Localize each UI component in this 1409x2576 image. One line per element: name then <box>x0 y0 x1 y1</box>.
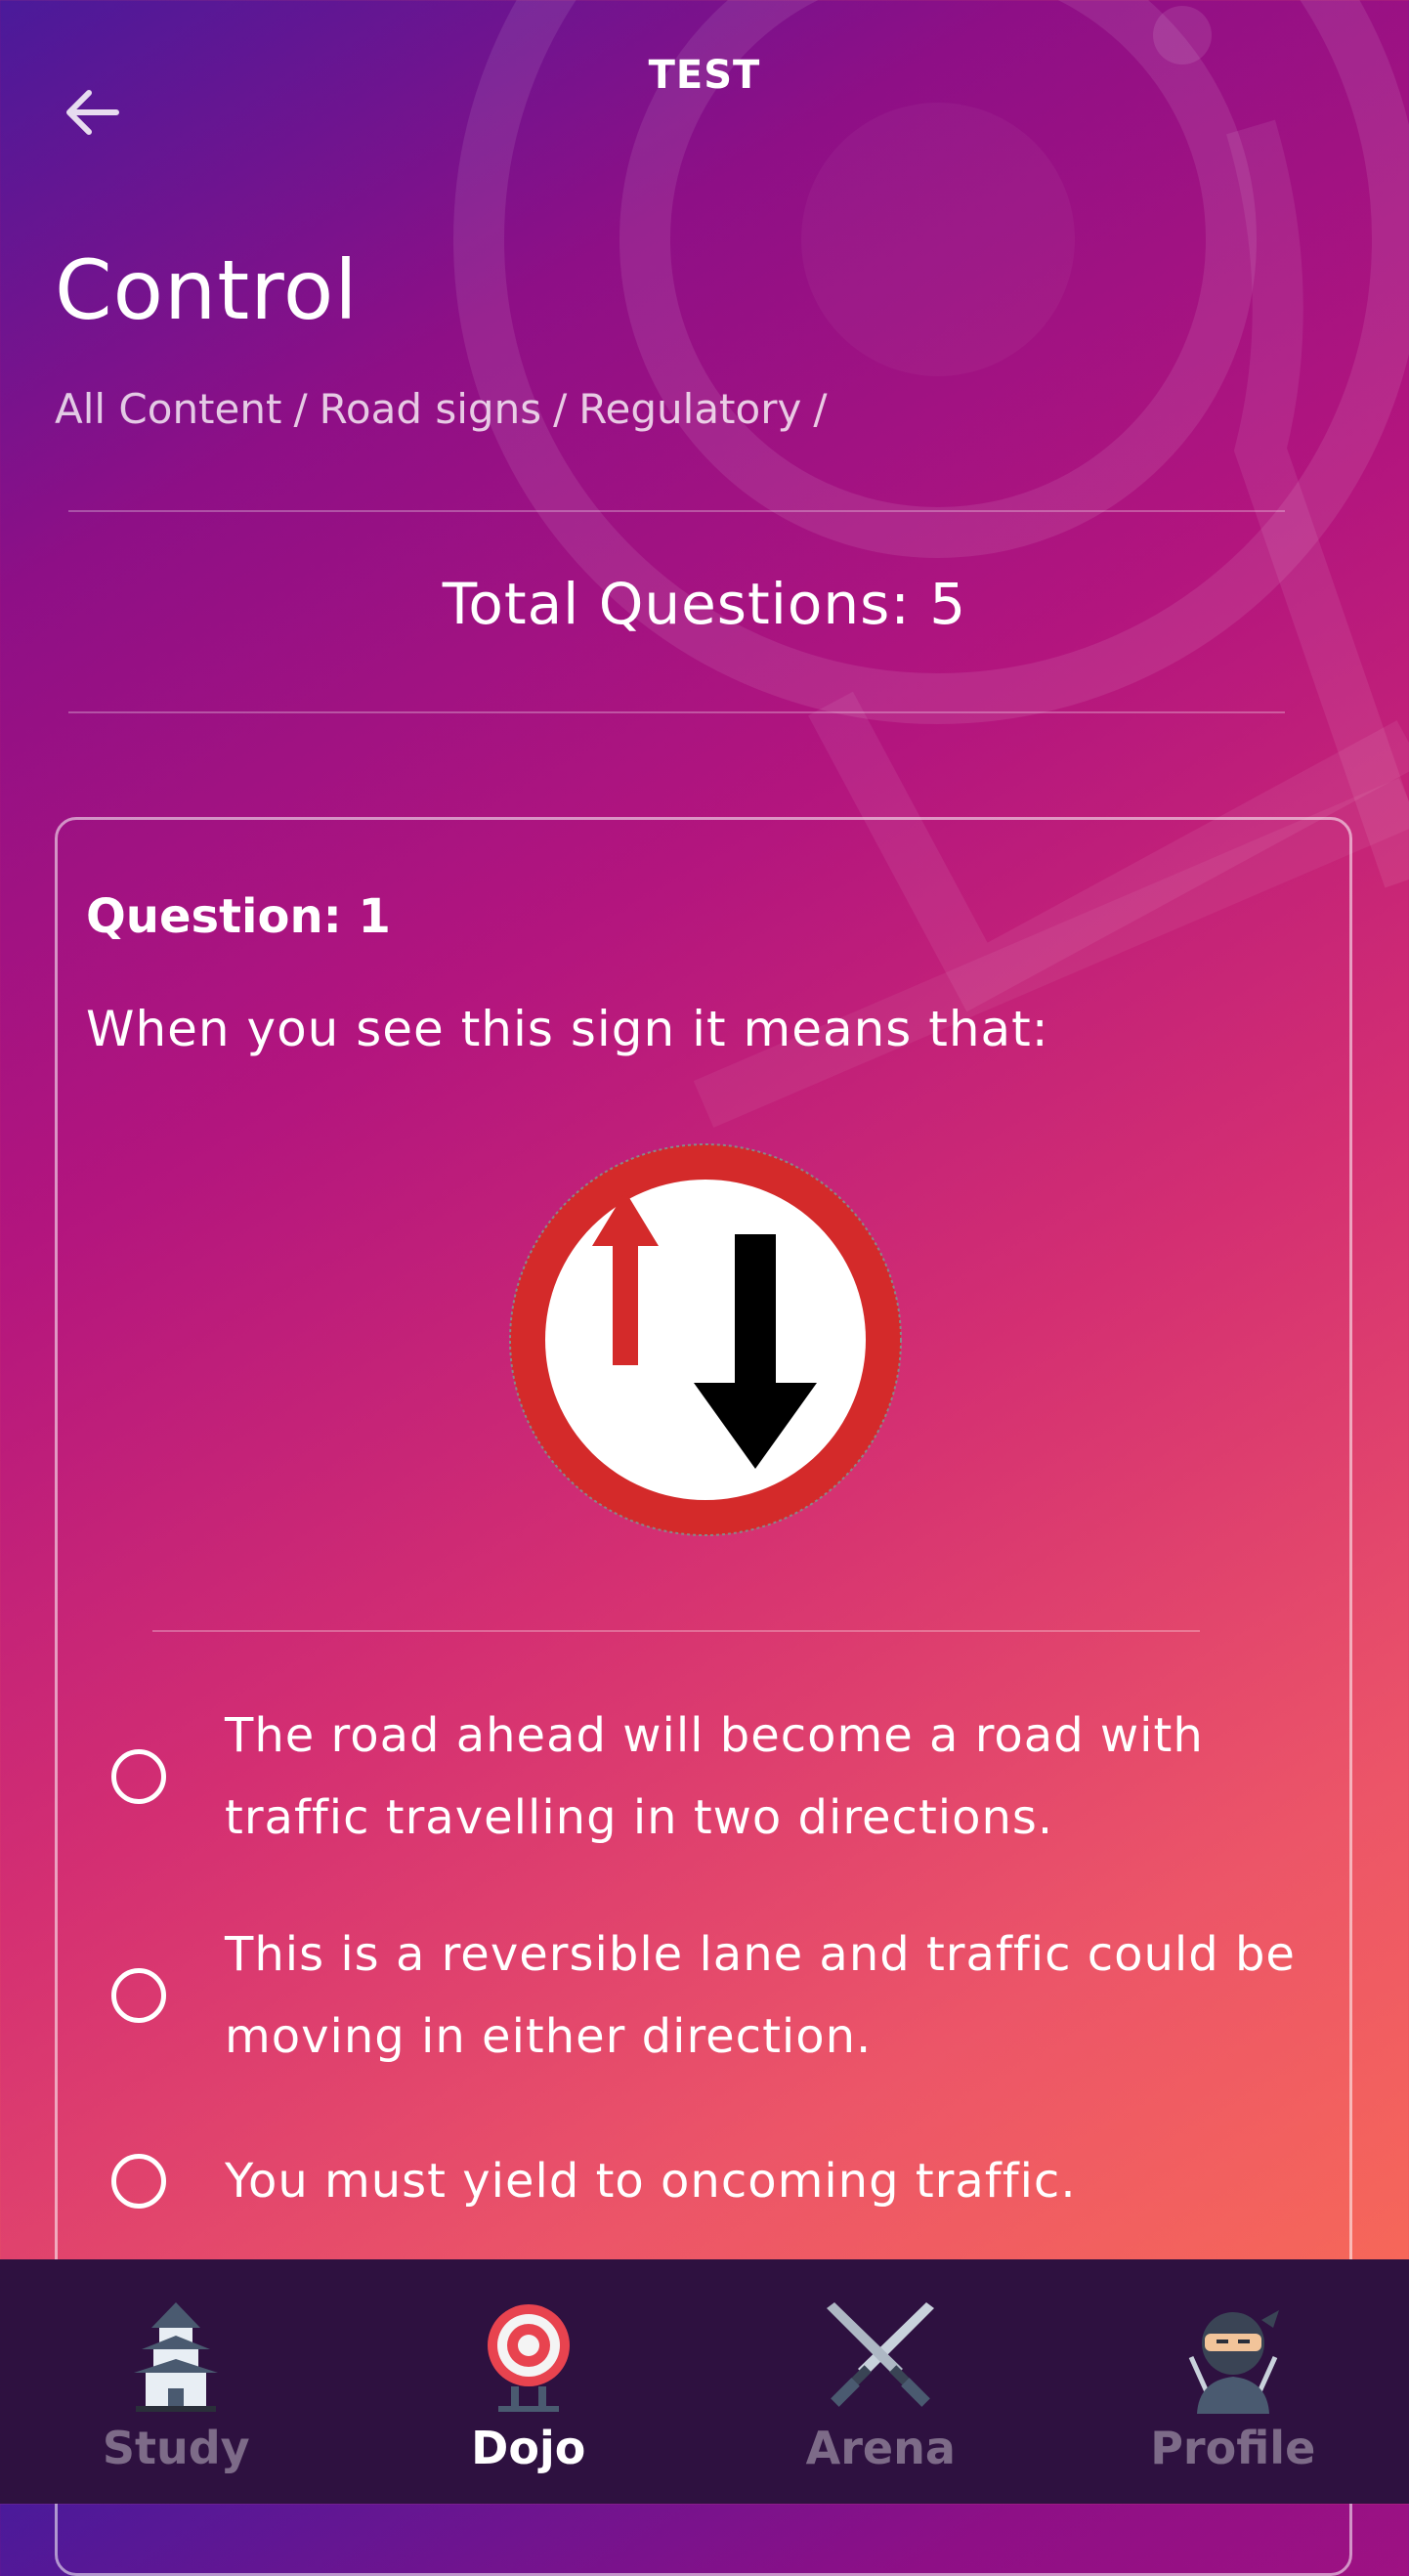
app-title: TEST <box>0 53 1409 98</box>
top-bar: TEST <box>0 0 1409 156</box>
nav-label: Dojo <box>471 2422 585 2474</box>
question-text: When you see this sign it means that: <box>86 1001 1049 1057</box>
breadcrumb-item-road-signs[interactable]: Road signs <box>320 385 541 433</box>
answer-option-1[interactable]: The road ahead will become a road with t… <box>98 1695 1329 1859</box>
answer-option-label: The road ahead will become a road with t… <box>225 1695 1329 1859</box>
crossed-swords-icon <box>817 2298 944 2416</box>
yield-to-oncoming-traffic-sign-icon <box>506 1140 905 1539</box>
bottom-navigation: Study Dojo Arena <box>0 2259 1409 2504</box>
option-divider <box>152 1630 1200 1632</box>
answer-option-label: You must yield to oncoming traffic. <box>225 2140 1329 2222</box>
nav-item-arena[interactable]: Arena <box>704 2259 1057 2504</box>
breadcrumb-item-regulatory[interactable]: Regulatory <box>578 385 801 433</box>
nav-label: Study <box>103 2422 250 2474</box>
divider-top <box>68 510 1285 512</box>
pagoda-icon <box>112 2298 239 2416</box>
question-number: Question: 1 <box>86 889 391 944</box>
nav-item-study[interactable]: Study <box>0 2259 353 2504</box>
page-title: Control <box>55 242 359 338</box>
breadcrumb-separator: / <box>813 385 827 433</box>
target-icon <box>465 2298 592 2416</box>
divider-bottom <box>68 711 1285 713</box>
ninja-icon <box>1170 2298 1297 2416</box>
breadcrumb-separator: / <box>293 385 307 433</box>
answer-option-3[interactable]: You must yield to oncoming traffic. <box>98 2140 1329 2222</box>
radio-button[interactable] <box>111 2154 166 2209</box>
nav-item-dojo[interactable]: Dojo <box>353 2259 705 2504</box>
answer-option-2[interactable]: This is a reversible lane and traffic co… <box>98 1913 1329 2078</box>
radio-button[interactable] <box>111 1749 166 1804</box>
nav-item-profile[interactable]: Profile <box>1057 2259 1409 2504</box>
breadcrumb-item-all-content[interactable]: All Content <box>55 385 281 433</box>
nav-label: Arena <box>806 2422 956 2474</box>
breadcrumb: All Content / Road signs / Regulatory / <box>55 385 839 433</box>
total-questions: Total Questions: 5 <box>0 571 1409 637</box>
nav-label: Profile <box>1150 2422 1315 2474</box>
radio-button[interactable] <box>111 1968 166 2023</box>
breadcrumb-separator: / <box>553 385 567 433</box>
answer-option-label: This is a reversible lane and traffic co… <box>225 1913 1329 2078</box>
